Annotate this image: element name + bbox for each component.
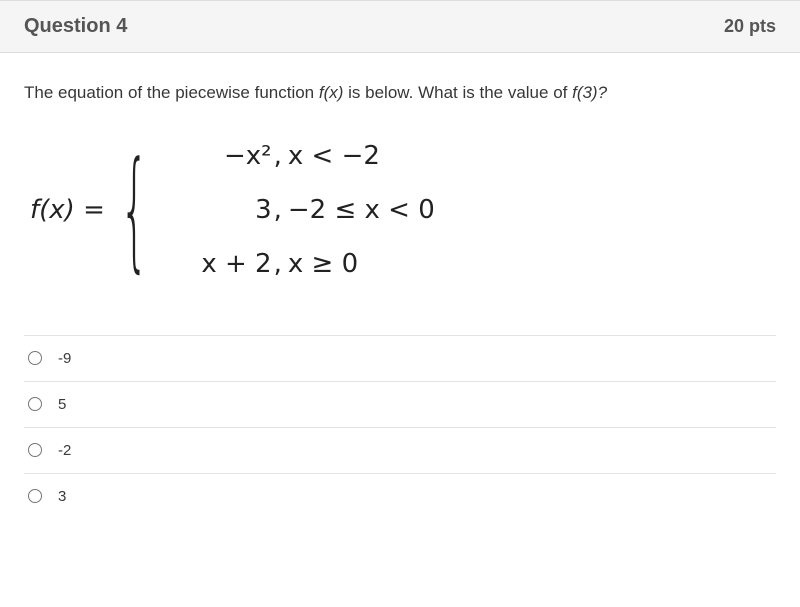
piecewise-function: f(x) = { −x², x < −2 3, −2 ≤ x < 0 x + 2… — [30, 141, 770, 279]
case-row: x + 2, x ≥ 0 — [160, 249, 435, 279]
case-comma: , — [274, 141, 282, 171]
case-row: 3, −2 ≤ x < 0 — [160, 195, 435, 225]
prompt-mid: is below. What is the value of — [343, 83, 572, 102]
case-comma: , — [274, 195, 282, 225]
choice-label: -2 — [58, 442, 71, 459]
prompt-lead: The equation of the piecewise function — [24, 83, 319, 102]
piecewise-cases: −x², x < −2 3, −2 ≤ x < 0 x + 2, x ≥ 0 — [160, 141, 435, 279]
choice-radio[interactable] — [28, 397, 42, 411]
question-header: Question 4 20 pts — [0, 0, 800, 53]
piecewise-lhs: f(x) = — [30, 195, 105, 225]
question-title: Question 4 — [24, 15, 127, 38]
choice-label: 5 — [58, 396, 66, 413]
choice-label: -9 — [58, 350, 71, 367]
case-expr: 3 — [160, 195, 272, 225]
case-expr: x + 2 — [160, 249, 272, 279]
choice-row[interactable]: 3 — [24, 474, 776, 519]
case-cond: x ≥ 0 — [288, 249, 358, 279]
prompt-fof: f(3)? — [572, 83, 607, 102]
choice-radio[interactable] — [28, 489, 42, 503]
case-cond: x < −2 — [288, 141, 380, 171]
choice-radio[interactable] — [28, 443, 42, 457]
choice-row[interactable]: 5 — [24, 382, 776, 428]
choice-label: 3 — [58, 488, 66, 505]
case-cond: −2 ≤ x < 0 — [288, 195, 435, 225]
case-expr: −x² — [160, 141, 272, 171]
question-points: 20 pts — [724, 16, 776, 37]
case-comma: , — [274, 249, 282, 279]
case-row: −x², x < −2 — [160, 141, 435, 171]
left-brace-icon: { — [120, 164, 149, 255]
answer-choices: -9 5 -2 3 — [24, 335, 776, 519]
choice-radio[interactable] — [28, 351, 42, 365]
prompt-fx: f(x) — [319, 83, 344, 102]
choice-row[interactable]: -9 — [24, 336, 776, 382]
question-prompt: The equation of the piecewise function f… — [24, 81, 776, 105]
question-body: The equation of the piecewise function f… — [0, 53, 800, 321]
choice-row[interactable]: -2 — [24, 428, 776, 474]
